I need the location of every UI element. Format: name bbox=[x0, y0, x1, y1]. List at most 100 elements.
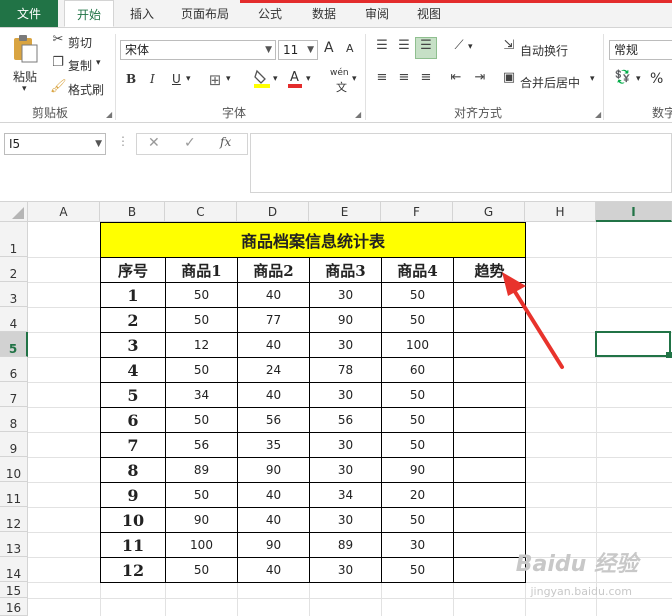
number-format-combo[interactable]: 常规 bbox=[609, 40, 672, 60]
underline-button[interactable]: U bbox=[172, 72, 181, 86]
row-header-11[interactable]: 11 bbox=[0, 482, 28, 507]
row-header-2[interactable]: 2 bbox=[0, 257, 28, 282]
value-cell[interactable]: 89 bbox=[165, 457, 238, 483]
border-dropdown-icon[interactable]: ▾ bbox=[226, 74, 231, 84]
paste-button[interactable]: 粘贴 bbox=[13, 68, 37, 85]
seq-cell[interactable]: 2 bbox=[100, 307, 166, 333]
value-cell[interactable]: 50 bbox=[165, 407, 238, 433]
align-center-icon[interactable]: ≡ bbox=[394, 70, 414, 85]
column-header-i[interactable]: I bbox=[596, 202, 672, 222]
row-header-9[interactable]: 9 bbox=[0, 432, 28, 457]
header-product-2[interactable]: 商品2 bbox=[237, 257, 310, 283]
paste-dropdown-icon[interactable]: ▾ bbox=[22, 84, 27, 94]
value-cell[interactable]: 40 bbox=[237, 332, 310, 358]
row-header-1[interactable]: 1 bbox=[0, 222, 28, 257]
value-cell[interactable]: 50 bbox=[165, 357, 238, 383]
format-painter-button[interactable]: 格式刷 bbox=[68, 81, 104, 98]
column-header-d[interactable]: D bbox=[237, 202, 309, 222]
seq-cell[interactable]: 3 bbox=[100, 332, 166, 358]
currency-icon[interactable]: 💱 bbox=[612, 70, 634, 85]
tab-view[interactable]: 视图 bbox=[406, 0, 452, 27]
value-cell[interactable]: 30 bbox=[309, 457, 382, 483]
tab-page-layout[interactable]: 页面布局 bbox=[170, 0, 240, 27]
seq-cell[interactable]: 12 bbox=[100, 557, 166, 583]
fill-dropdown-icon[interactable]: ▾ bbox=[273, 74, 278, 84]
row-header-13[interactable]: 13 bbox=[0, 532, 28, 557]
phonetic-dropdown-icon[interactable]: ▾ bbox=[352, 74, 357, 84]
insert-function-button[interactable]: fx bbox=[220, 135, 231, 149]
value-cell[interactable]: 34 bbox=[309, 482, 382, 508]
value-cell[interactable]: 50 bbox=[165, 482, 238, 508]
align-bottom-icon[interactable]: ☰ bbox=[415, 37, 437, 59]
seq-cell[interactable]: 11 bbox=[100, 532, 166, 558]
value-cell[interactable]: 56 bbox=[309, 407, 382, 433]
trend-cell[interactable] bbox=[452, 482, 527, 508]
align-left-icon[interactable]: ≡ bbox=[372, 70, 392, 85]
tab-data[interactable]: 数据 bbox=[300, 0, 348, 27]
cancel-button[interactable]: ✕ bbox=[148, 135, 160, 151]
column-header-e[interactable]: E bbox=[309, 202, 381, 222]
row-header-5[interactable]: 5 bbox=[0, 332, 28, 357]
paste-icon[interactable] bbox=[10, 34, 40, 64]
value-cell[interactable]: 40 bbox=[237, 482, 310, 508]
value-cell[interactable]: 56 bbox=[237, 407, 310, 433]
value-cell[interactable]: 30 bbox=[309, 282, 382, 308]
value-cell[interactable]: 77 bbox=[237, 307, 310, 333]
value-cell[interactable]: 50 bbox=[381, 407, 454, 433]
italic-button[interactable]: I bbox=[150, 72, 155, 86]
bold-button[interactable]: B bbox=[126, 72, 136, 86]
value-cell[interactable]: 30 bbox=[309, 432, 382, 458]
trend-cell[interactable] bbox=[452, 457, 527, 483]
seq-cell[interactable]: 4 bbox=[100, 357, 166, 383]
value-cell[interactable]: 50 bbox=[165, 307, 238, 333]
trend-cell[interactable] bbox=[452, 532, 527, 558]
copy-button[interactable]: 复制 bbox=[68, 57, 92, 74]
percent-button[interactable]: % bbox=[650, 71, 663, 87]
decrease-indent-icon[interactable]: ⇤ bbox=[446, 70, 466, 85]
phonetic-button[interactable]: wén bbox=[330, 68, 349, 78]
column-header-b[interactable]: B bbox=[100, 202, 165, 222]
row-header-7[interactable]: 7 bbox=[0, 382, 28, 407]
tab-review[interactable]: 审阅 bbox=[354, 0, 400, 27]
increase-font-button[interactable]: A bbox=[324, 40, 334, 56]
merge-dropdown-icon[interactable]: ▾ bbox=[590, 74, 595, 84]
align-middle-icon[interactable]: ☰ bbox=[394, 38, 414, 53]
value-cell[interactable]: 90 bbox=[309, 307, 382, 333]
enter-button[interactable]: ✓ bbox=[184, 135, 196, 151]
trend-cell[interactable] bbox=[452, 407, 527, 433]
format-painter-icon[interactable]: 🖌 bbox=[50, 79, 67, 94]
value-cell[interactable]: 50 bbox=[165, 282, 238, 308]
seq-cell[interactable]: 9 bbox=[100, 482, 166, 508]
decrease-font-button[interactable]: A bbox=[346, 42, 354, 55]
tab-home[interactable]: 开始 bbox=[64, 0, 114, 27]
merge-center-button[interactable]: 合并后居中 bbox=[520, 74, 580, 91]
font-size-combo[interactable]: 11 ▼ bbox=[278, 40, 318, 60]
value-cell[interactable]: 34 bbox=[165, 382, 238, 408]
row-header-3[interactable]: 3 bbox=[0, 282, 28, 307]
value-cell[interactable]: 56 bbox=[165, 432, 238, 458]
seq-cell[interactable]: 5 bbox=[100, 382, 166, 408]
seq-cell[interactable]: 8 bbox=[100, 457, 166, 483]
row-header-12[interactable]: 12 bbox=[0, 507, 28, 532]
phonetic-icon[interactable]: 文 bbox=[336, 79, 347, 95]
header-product-4[interactable]: 商品4 bbox=[381, 257, 454, 283]
value-cell[interactable]: 30 bbox=[381, 532, 454, 558]
value-cell[interactable]: 50 bbox=[381, 557, 454, 583]
seq-cell[interactable]: 1 bbox=[100, 282, 166, 308]
value-cell[interactable]: 100 bbox=[381, 332, 454, 358]
value-cell[interactable]: 20 bbox=[381, 482, 454, 508]
copy-dropdown-icon[interactable]: ▾ bbox=[96, 58, 101, 68]
value-cell[interactable]: 90 bbox=[237, 457, 310, 483]
value-cell[interactable]: 90 bbox=[237, 532, 310, 558]
value-cell[interactable]: 12 bbox=[165, 332, 238, 358]
value-cell[interactable]: 50 bbox=[381, 507, 454, 533]
value-cell[interactable]: 30 bbox=[309, 382, 382, 408]
wrap-text-icon[interactable]: ⇲ bbox=[500, 38, 518, 53]
row-header-8[interactable]: 8 bbox=[0, 407, 28, 432]
font-color-icon[interactable]: A bbox=[286, 68, 304, 92]
merge-icon[interactable]: ▣ bbox=[500, 70, 518, 85]
value-cell[interactable]: 35 bbox=[237, 432, 310, 458]
select-all-corner[interactable] bbox=[0, 202, 28, 222]
value-cell[interactable]: 40 bbox=[237, 507, 310, 533]
row-header-10[interactable]: 10 bbox=[0, 457, 28, 482]
